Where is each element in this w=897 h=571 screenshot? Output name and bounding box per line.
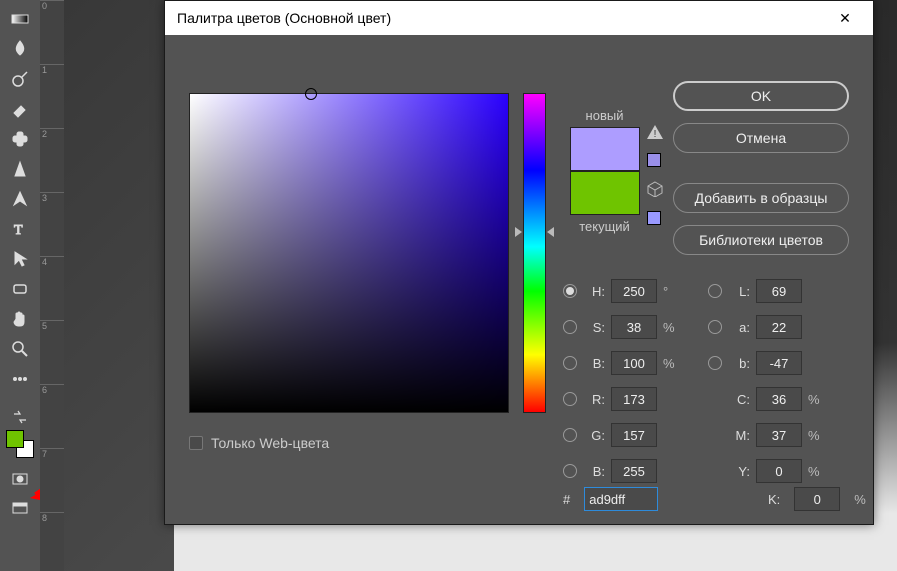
saturation-value-field[interactable] — [189, 93, 509, 413]
gamut-swatch[interactable] — [647, 153, 661, 167]
pen-tool[interactable] — [3, 184, 37, 214]
svg-text:!: ! — [654, 129, 657, 139]
close-icon[interactable]: ✕ — [829, 10, 861, 27]
path-select-tool[interactable] — [3, 244, 37, 274]
more-tool[interactable] — [3, 364, 37, 394]
gradient-tool[interactable] — [3, 4, 37, 34]
c-input[interactable] — [756, 387, 802, 411]
foreground-color-swatch[interactable] — [6, 430, 24, 448]
gamut-warning-icon[interactable]: ! — [647, 125, 663, 139]
swap-colors-icon[interactable] — [3, 408, 37, 426]
color-libraries-button[interactable]: Библиотеки цветов — [673, 225, 849, 255]
r-radio[interactable] — [563, 392, 577, 406]
web-colors-label: Только Web-цвета — [211, 435, 329, 451]
add-swatch-button[interactable]: Добавить в образцы — [673, 183, 849, 213]
hue-radio[interactable] — [563, 284, 577, 298]
svg-text:T: T — [14, 223, 23, 238]
dialog-titlebar[interactable]: Палитра цветов (Основной цвет) ✕ — [165, 1, 873, 35]
hex-prefix: # — [563, 492, 570, 507]
ok-button[interactable]: OK — [673, 81, 849, 111]
tools-panel: T — [0, 0, 40, 571]
sv-cursor — [305, 88, 317, 100]
hand-tool[interactable] — [3, 304, 37, 334]
new-color-label: новый — [567, 108, 642, 123]
websafe-swatch[interactable] — [647, 211, 661, 225]
bval-radio[interactable] — [563, 356, 577, 370]
sharpen-tool[interactable] — [3, 154, 37, 184]
m-input[interactable] — [756, 423, 802, 447]
spot-heal-tool[interactable] — [3, 124, 37, 154]
color-picker-dialog: Палитра цветов (Основной цвет) ✕ новый т… — [164, 0, 874, 525]
hue-indicator-left-icon — [515, 227, 522, 237]
rectangle-tool[interactable] — [3, 274, 37, 304]
b-input[interactable] — [756, 351, 802, 375]
new-color-swatch[interactable] — [570, 127, 640, 171]
g-radio[interactable] — [563, 428, 577, 442]
bcol-radio[interactable] — [563, 464, 577, 478]
a-input[interactable] — [756, 315, 802, 339]
l-radio[interactable] — [708, 284, 722, 298]
dodge-tool[interactable] — [3, 64, 37, 94]
quickmask-tool[interactable] — [3, 464, 37, 494]
hue-slider[interactable] — [523, 93, 546, 413]
cube-icon[interactable] — [647, 181, 663, 197]
hue-indicator-right-icon — [547, 227, 554, 237]
vertical-ruler: 0 1 2 3 4 5 6 7 8 — [40, 0, 64, 571]
k-input[interactable] — [794, 487, 840, 511]
y-input[interactable] — [756, 459, 802, 483]
l-input[interactable] — [756, 279, 802, 303]
bcol-input[interactable] — [611, 459, 657, 483]
current-color-label: текущий — [567, 219, 642, 234]
r-input[interactable] — [611, 387, 657, 411]
type-tool[interactable]: T — [3, 214, 37, 244]
blur-tool[interactable] — [3, 34, 37, 64]
hex-input[interactable] — [584, 487, 658, 511]
b-radio[interactable] — [708, 356, 722, 370]
foreground-background-swatch[interactable] — [6, 430, 34, 458]
current-color-swatch[interactable] — [570, 171, 640, 215]
sat-radio[interactable] — [563, 320, 577, 334]
hue-input[interactable] — [611, 279, 657, 303]
cancel-button[interactable]: Отмена — [673, 123, 849, 153]
dialog-title: Палитра цветов (Основной цвет) — [177, 10, 829, 26]
web-colors-checkbox[interactable] — [189, 436, 203, 450]
sat-input[interactable] — [611, 315, 657, 339]
g-input[interactable] — [611, 423, 657, 447]
screen-mode-tool[interactable] — [3, 494, 37, 524]
eraser-tool[interactable] — [3, 94, 37, 124]
zoom-tool[interactable] — [3, 334, 37, 364]
a-radio[interactable] — [708, 320, 722, 334]
bval-input[interactable] — [611, 351, 657, 375]
